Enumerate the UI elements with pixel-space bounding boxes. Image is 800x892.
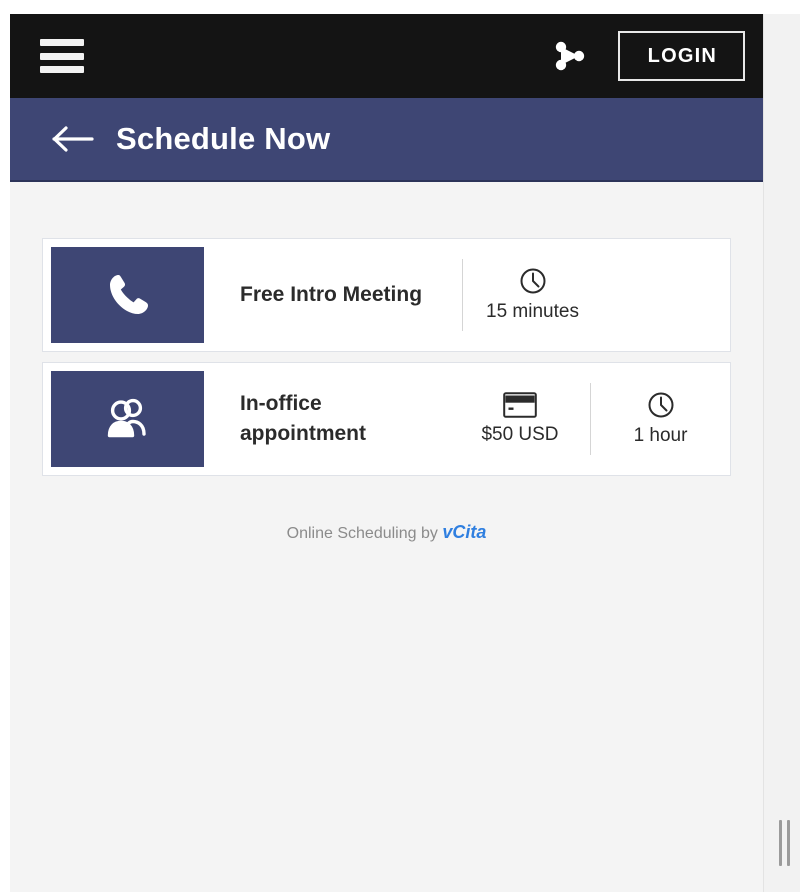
service-meta: $50 USD 1 hour (450, 363, 730, 475)
login-button[interactable]: LOGIN (617, 31, 745, 81)
top-navigation-bar: LOGIN (10, 14, 763, 98)
main-content: Free Intro Meeting 15 minutes In-office … (10, 238, 763, 543)
footer-credit: Online Scheduling by vCita (42, 522, 731, 543)
footer-text: Online Scheduling by (286, 525, 438, 542)
scrollbar-gutter[interactable] (763, 14, 800, 892)
service-duration: 1 hour (590, 383, 730, 455)
credit-card-icon (503, 392, 537, 418)
service-duration: 15 minutes (462, 259, 602, 331)
share-icon[interactable] (548, 34, 592, 78)
page-title: Schedule Now (116, 121, 331, 156)
hamburger-bar (40, 52, 84, 60)
duration-label: 15 minutes (486, 301, 579, 322)
price-label: $50 USD (481, 424, 559, 445)
resize-grip-bar (786, 820, 790, 866)
clock-icon (520, 268, 545, 294)
page-header-bar: Schedule Now (10, 98, 763, 182)
service-meta: 15 minutes (462, 239, 602, 351)
page-viewport: LOGIN Schedule Now Free Intro Meeting 15… (10, 14, 763, 892)
hamburger-bar (40, 39, 84, 46)
service-card[interactable]: Free Intro Meeting 15 minutes (42, 238, 731, 352)
service-title: Free Intro Meeting (240, 282, 423, 306)
vcita-brand-link[interactable]: vCita (442, 522, 486, 542)
hamburger-bar (40, 66, 84, 73)
service-title: In-office appointment (240, 391, 366, 445)
service-icon-tile (51, 371, 204, 467)
duration-label: 1 hour (633, 425, 688, 446)
browser-frame: LOGIN Schedule Now Free Intro Meeting 15… (0, 0, 800, 892)
people-icon (107, 398, 146, 438)
arrow-left-icon[interactable] (52, 124, 94, 154)
service-card[interactable]: In-office appointment $50 USD 1 hour (42, 362, 731, 476)
resize-handle-icon[interactable] (775, 820, 793, 866)
service-price: $50 USD (450, 384, 590, 454)
service-list: Free Intro Meeting 15 minutes In-office … (42, 238, 731, 476)
clock-icon (648, 392, 673, 418)
service-icon-tile (51, 247, 204, 343)
phone-icon (109, 275, 148, 314)
hamburger-menu-icon[interactable] (40, 39, 84, 73)
resize-grip-bar (778, 820, 782, 866)
